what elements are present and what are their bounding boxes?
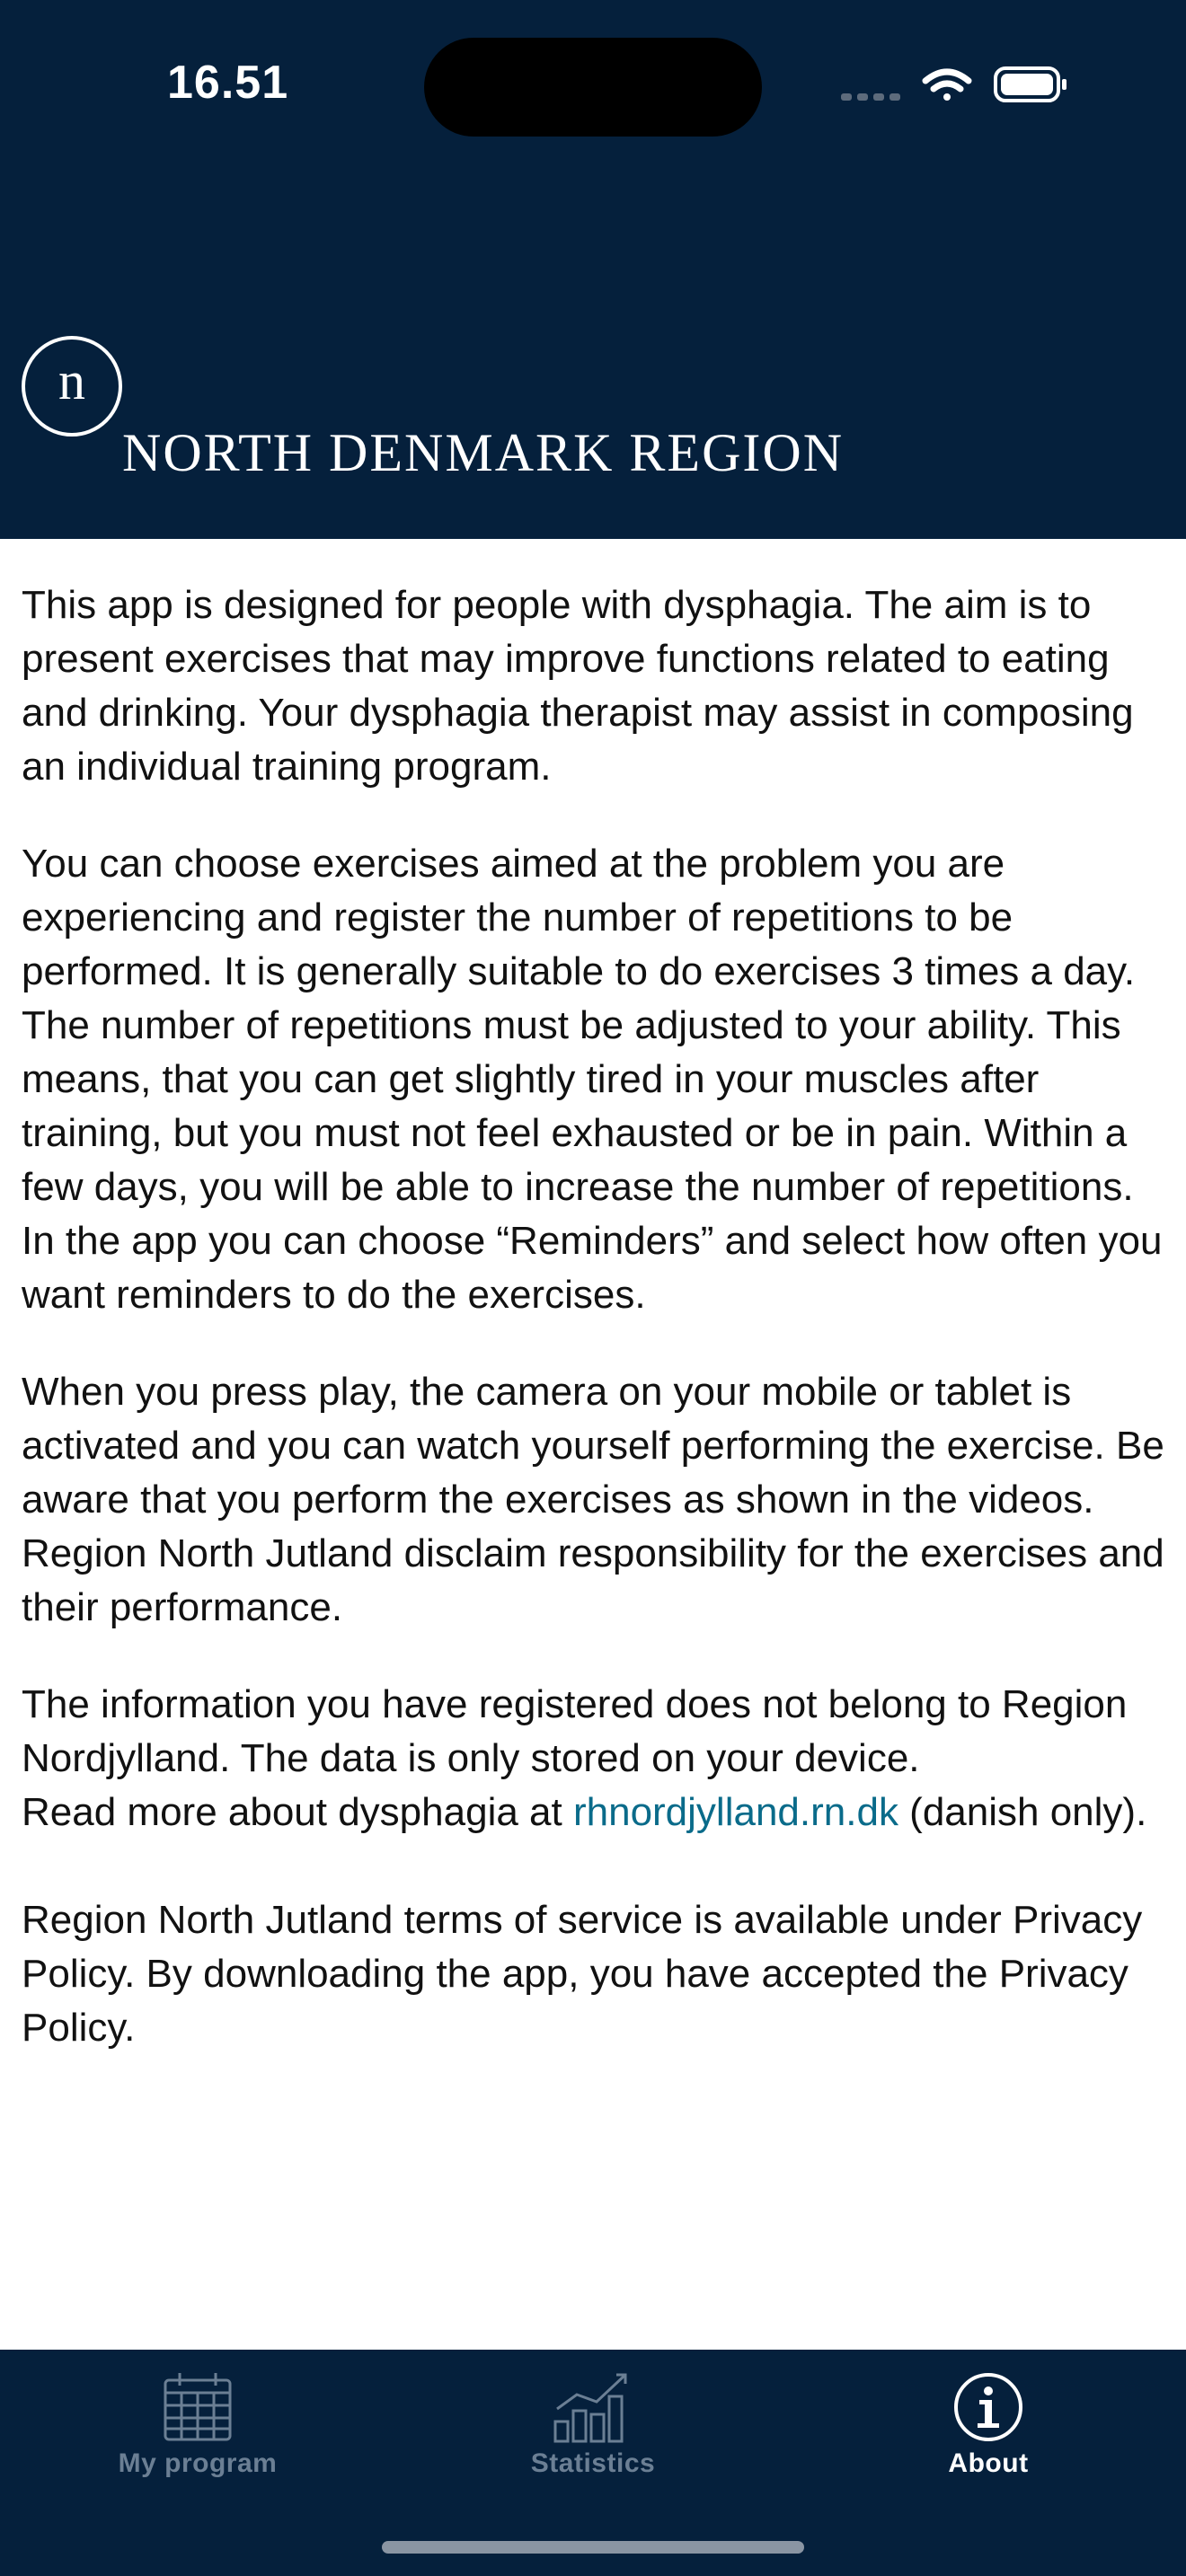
about-paragraph-exercises: You can choose exercises aimed at the pr… — [22, 842, 1163, 1317]
tab-statistics[interactable]: Statistics — [395, 2350, 791, 2529]
region-logo-icon: n — [22, 336, 122, 437]
battery-icon — [994, 66, 1067, 102]
signal-dots-icon — [841, 93, 900, 101]
brand-name: NORTH DENMARK REGION — [122, 423, 845, 482]
about-paragraph-intro: This app is designed for people with dys… — [22, 583, 1134, 789]
app-header: 16.51 n NORTH DENMARK REGION — [0, 0, 1186, 539]
dynamic-island — [424, 38, 762, 137]
calendar-icon — [164, 2373, 232, 2441]
svg-text:n: n — [58, 351, 85, 410]
data-notice: The information you have registered does… — [22, 1682, 1128, 1780]
wifi-icon — [922, 68, 972, 101]
about-paragraph-camera: When you press play, the camera on your … — [22, 1370, 1164, 1629]
status-time: 16.51 — [167, 57, 289, 109]
tab-my-program-label: My program — [118, 2448, 278, 2478]
tab-statistics-label: Statistics — [530, 2448, 656, 2478]
about-paragraph-privacy: Region North Jutland terms of service is… — [22, 1898, 1143, 2050]
home-indicator[interactable] — [382, 2541, 804, 2554]
about-content: This app is designed for people with dys… — [22, 578, 1172, 2098]
tab-about[interactable]: About — [791, 2350, 1186, 2529]
rhnordjylland-link[interactable]: rhnordjylland.rn.dk — [573, 1790, 898, 1834]
tab-my-program[interactable]: My program — [0, 2350, 395, 2529]
read-more-prefix: Read more about dysphagia at — [22, 1790, 573, 1834]
read-more-suffix: (danish only). — [898, 1790, 1147, 1834]
about-paragraph-data: The information you have registered does… — [22, 1678, 1172, 1839]
info-icon — [954, 2373, 1022, 2441]
status-icons — [841, 66, 1067, 102]
bar-chart-icon — [553, 2373, 627, 2443]
tab-about-label: About — [948, 2448, 1029, 2478]
